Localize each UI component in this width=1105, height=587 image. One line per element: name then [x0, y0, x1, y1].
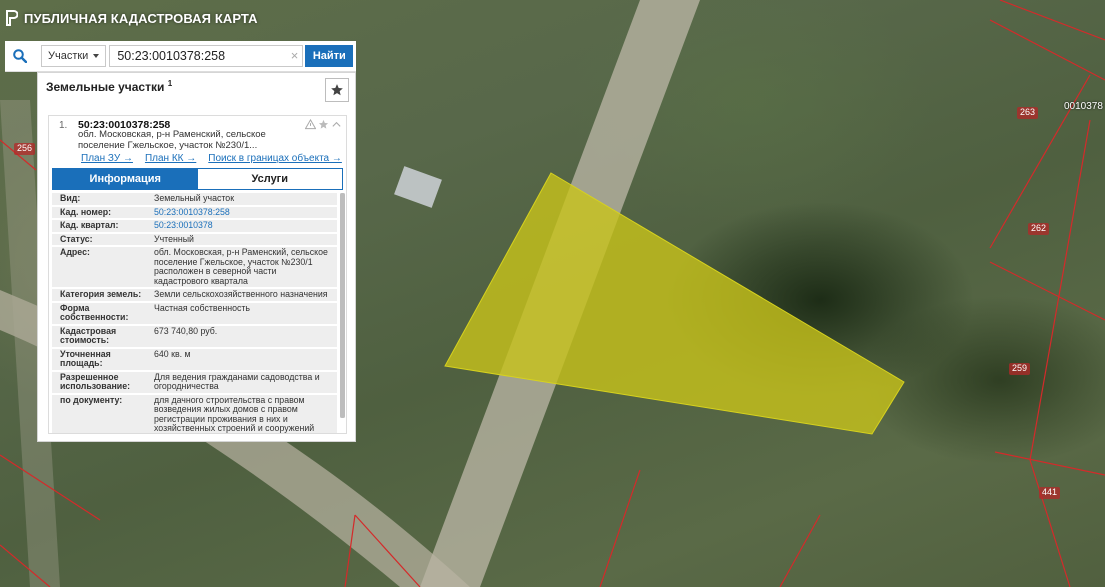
- info-value: Учтенный: [154, 233, 194, 244]
- tab-info[interactable]: Информация: [53, 169, 198, 189]
- search-input[interactable]: [109, 45, 304, 67]
- result-card[interactable]: 1. 50:23:0010378:258 обл. Московская, р-…: [48, 115, 347, 434]
- info-value: 640 кв. м: [154, 348, 191, 359]
- panel-header: Земельные участки 1: [38, 73, 355, 107]
- star-icon: [331, 84, 343, 96]
- info-key: по документу:: [60, 394, 123, 405]
- info-key: Категория земель:: [60, 289, 142, 299]
- search-type-select[interactable]: Участки: [41, 45, 107, 67]
- search-input-wrap: ×: [109, 45, 304, 67]
- app-brand: ПУБЛИЧНАЯ КАДАСТРОВАЯ КАРТА: [6, 10, 258, 26]
- parcel-label[interactable]: 263: [1017, 107, 1039, 119]
- info-key: Уточненная площадь:: [60, 348, 111, 368]
- info-key: Кадастровая стоимость:: [60, 325, 117, 345]
- result-number: 1.: [59, 120, 68, 131]
- panel-title: Земельные участки 1: [46, 79, 172, 94]
- info-value: Земельный участок: [154, 193, 235, 203]
- info-value[interactable]: 50:23:0010378:258: [148, 207, 337, 219]
- building: [394, 166, 442, 208]
- info-value: 673 740,80 руб.: [154, 325, 218, 336]
- info-key: Адрес:: [60, 247, 90, 257]
- parcel-label[interactable]: 259: [1009, 363, 1031, 375]
- info-key: Кад. квартал:: [60, 220, 119, 230]
- result-links: План ЗУ → План КК → Поиск в границах объ…: [81, 153, 342, 164]
- search-bar: Участки × Найти: [5, 41, 356, 72]
- results-panel: Земельные участки 1 1. 50:23:0010378:258…: [37, 72, 356, 442]
- favorites-button[interactable]: [325, 78, 349, 102]
- tab-services[interactable]: Услуги: [197, 169, 342, 189]
- plan-kk-link[interactable]: План КК →: [145, 153, 196, 164]
- info-key: Статус:: [60, 233, 93, 244]
- chevron-up-icon[interactable]: [331, 119, 342, 130]
- info-row: Статус: Учтенный: [52, 233, 337, 245]
- scrollbar-thumb[interactable]: [340, 193, 345, 418]
- panel-title-text: Земельные участки: [46, 80, 165, 94]
- info-row: Адрес: обл. Московская, р-н Раменский, се…: [52, 247, 337, 287]
- info-row: Форма собственности: Частная собственност…: [52, 302, 337, 324]
- clear-icon[interactable]: ×: [291, 48, 299, 63]
- app-title: ПУБЛИЧНАЯ КАДАСТРОВАЯ КАРТА: [24, 10, 258, 26]
- result-tabs: Информация Услуги: [52, 168, 343, 190]
- search-type-label: Участки: [48, 50, 89, 62]
- info-value: Для ведения гражданами садоводства и ого…: [154, 371, 320, 391]
- info-row: Кад. квартал: 50:23:0010378: [52, 220, 337, 232]
- find-button[interactable]: Найти: [305, 45, 354, 67]
- search-in-bounds-link[interactable]: Поиск в границах объекта →: [208, 153, 342, 164]
- parcel-label[interactable]: 256: [14, 143, 36, 155]
- info-scrollbar[interactable]: [340, 193, 345, 418]
- parcel-label[interactable]: 262: [1028, 223, 1050, 235]
- info-row: Кад. номер: 50:23:0010378:258: [52, 206, 337, 219]
- info-row: Уточненная площадь: 640 кв. м: [52, 348, 337, 370]
- search-icon[interactable]: [5, 41, 35, 72]
- info-key: Форма собственности:: [60, 302, 129, 322]
- info-row: Разрешенное использование: Для ведения гр…: [52, 371, 337, 393]
- parcel-label[interactable]: 441: [1039, 487, 1061, 499]
- info-key: Вид:: [60, 193, 81, 203]
- info-value[interactable]: 50:23:0010378: [148, 220, 337, 232]
- star-icon[interactable]: [318, 119, 329, 130]
- quarter-label[interactable]: 0010378: [1061, 100, 1105, 113]
- chevron-down-icon: [93, 54, 100, 58]
- info-value: Частная собственность: [154, 302, 250, 313]
- result-address: обл. Московская, р-н Раменский, сельское…: [78, 129, 266, 151]
- info-row: по документу: для дачного строительства с…: [52, 394, 337, 433]
- info-key: Разрешенное использование:: [60, 371, 131, 391]
- warning-icon[interactable]: [305, 119, 316, 130]
- info-value: обл. Московская, р-н Раменский, сельское…: [154, 247, 328, 286]
- results-count: 1: [167, 79, 173, 88]
- cadastre-logo-icon: [6, 10, 18, 26]
- plan-zu-link[interactable]: План ЗУ →: [81, 153, 133, 164]
- info-value: для дачного строительства с правом возве…: [154, 394, 315, 433]
- info-row: Кадастровая стоимость: 673 740,80 руб.: [52, 325, 337, 347]
- info-row: Категория земель: Земли сельскохозяйствен…: [52, 289, 337, 301]
- info-row: Вид: Земельный участок: [52, 193, 337, 205]
- info-value: Земли сельскохозяйственного назначения: [154, 289, 328, 299]
- info-table: Вид: Земельный участок Кад. номер: 50:23:00…: [52, 193, 337, 433]
- info-key: Кад. номер:: [60, 206, 112, 217]
- card-actions: [305, 119, 342, 130]
